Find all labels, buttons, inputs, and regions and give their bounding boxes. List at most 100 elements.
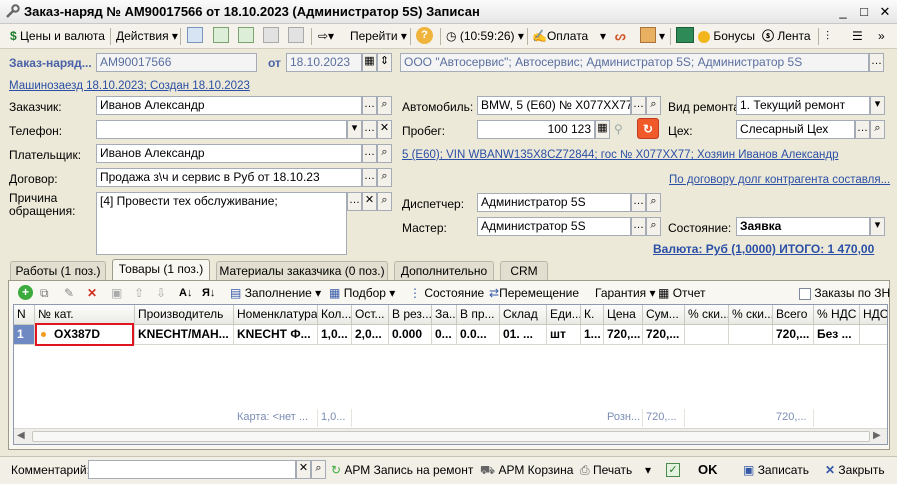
payer-field[interactable]: Иванов Александр bbox=[96, 144, 362, 163]
vehicle-info-link[interactable]: 5 (E60); VIN WBANW135X8CZ72844; гос № Х0… bbox=[402, 149, 838, 161]
discount2-cell[interactable] bbox=[729, 325, 773, 345]
cashbox-icon[interactable] bbox=[676, 27, 694, 43]
phone-select-button[interactable]: … bbox=[362, 120, 377, 139]
calendar-icon[interactable]: ▦ bbox=[362, 53, 377, 72]
filling-menu[interactable]: ▤ Заполнение ▾ bbox=[230, 284, 321, 302]
discount1-cell[interactable] bbox=[685, 325, 729, 345]
shop-search-icon[interactable]: ⌕ bbox=[870, 120, 885, 139]
scroll-left-icon[interactable]: ◀ bbox=[17, 430, 25, 441]
car-search-icon[interactable]: ⌕ bbox=[646, 96, 661, 115]
calculator-icon[interactable]: ▦ bbox=[595, 120, 610, 139]
movement-button[interactable]: ⇄Перемещение bbox=[489, 284, 579, 302]
warehouse-cell[interactable]: 01. ... bbox=[500, 325, 547, 345]
mileage-field[interactable]: 100 123 bbox=[477, 120, 595, 139]
reason-clear-icon[interactable]: ✕ bbox=[362, 192, 377, 211]
selection-menu[interactable]: ▦ Подбор ▾ bbox=[329, 284, 395, 302]
col-header[interactable]: В пр... bbox=[457, 305, 500, 325]
card-icon[interactable]: ᔕ bbox=[615, 27, 626, 45]
refresh-icon[interactable] bbox=[213, 27, 229, 43]
phone-field[interactable] bbox=[96, 120, 347, 139]
sum-cell[interactable]: 720,... bbox=[643, 325, 685, 345]
col-header[interactable]: Цена bbox=[604, 305, 643, 325]
remainder-cell[interactable]: 2,0... bbox=[352, 325, 389, 345]
tab-customer-materials[interactable]: Материалы заказчика (0 поз.) bbox=[216, 261, 388, 280]
col-header[interactable]: Склад bbox=[500, 305, 547, 325]
contract-search-icon[interactable]: ⌕ bbox=[377, 168, 392, 187]
goto-menu[interactable]: Перейти ▾ bbox=[350, 27, 407, 45]
move-up-icon[interactable]: ⇧ bbox=[134, 284, 144, 302]
state-dropdown-icon[interactable]: ▾ bbox=[870, 217, 885, 236]
col-header[interactable]: Производитель bbox=[135, 305, 234, 325]
customer-search-icon[interactable]: ⌕ bbox=[377, 96, 392, 115]
col-header[interactable]: За... bbox=[432, 305, 457, 325]
quantity-cell[interactable]: 1,0... bbox=[318, 325, 352, 345]
customer-field[interactable]: Иванов Александр bbox=[96, 96, 362, 115]
organization-field[interactable]: ООО "Автосервис"; Автосервис; Администра… bbox=[400, 53, 869, 72]
checkmark-icon[interactable]: ✓ bbox=[666, 463, 680, 477]
time-button[interactable]: ◷ (10:59:26) ▾ bbox=[446, 27, 524, 45]
col-header[interactable]: N bbox=[14, 305, 35, 325]
contract-field[interactable]: Продажа з\ч и сервис в Руб от 18.10.23 bbox=[96, 168, 362, 187]
refresh-mileage-icon[interactable]: ↻ bbox=[637, 118, 659, 139]
repair-type-field[interactable]: 1. Текущий ремонт bbox=[736, 96, 870, 115]
prices-button[interactable]: $ Цены и валюта bbox=[10, 27, 105, 45]
doc-icon[interactable] bbox=[187, 27, 203, 43]
report-button[interactable]: ▦ Отчет bbox=[658, 284, 706, 302]
col-header[interactable]: % НДС bbox=[814, 305, 860, 325]
warranty-menu[interactable]: Гарантия ▾ bbox=[595, 284, 656, 302]
phone-clear-icon[interactable]: ✕ bbox=[377, 120, 392, 139]
minimize-button[interactable]: _ bbox=[834, 3, 852, 20]
payment-button[interactable]: ✍Оплата bbox=[532, 27, 588, 45]
repair-type-dropdown-icon[interactable]: ▾ bbox=[870, 96, 885, 115]
arm-cart-button[interactable]: ⛟ АРМ Корзина bbox=[480, 463, 573, 479]
col-header[interactable]: Еди... bbox=[547, 305, 581, 325]
arm-record-button[interactable]: ↻ АРМ Запись на ремонт bbox=[331, 463, 473, 477]
car-field[interactable]: BMW, 5 (E60) № Х077ХХ77 VI bbox=[477, 96, 631, 115]
goto-dropdown-icon[interactable]: ⇨▾ bbox=[318, 27, 334, 45]
post-icon[interactable] bbox=[263, 27, 279, 43]
sort-desc-icon[interactable]: Я↓ bbox=[202, 284, 215, 302]
bag-dropdown-icon[interactable]: ▾ bbox=[659, 27, 665, 45]
dispatcher-search-icon[interactable]: ⌕ bbox=[646, 193, 661, 212]
pin-icon[interactable]: ⚲ bbox=[614, 122, 623, 136]
col-header[interactable]: Сум... bbox=[643, 305, 685, 325]
delete-row-icon[interactable]: ✕ bbox=[87, 284, 97, 302]
row-number-cell[interactable]: 1 bbox=[14, 325, 35, 345]
payment-dropdown-icon[interactable]: ▾ bbox=[600, 27, 606, 45]
date-spin-icon[interactable]: ⇕ bbox=[377, 53, 392, 72]
horizontal-scrollbar[interactable]: ◀ ▶ bbox=[14, 428, 887, 444]
save-button[interactable]: ▣ Записать bbox=[743, 463, 809, 477]
list-icon[interactable]: ☰ bbox=[852, 27, 863, 45]
ordered-cell[interactable]: 0... bbox=[432, 325, 457, 345]
bag-icon[interactable] bbox=[640, 27, 656, 43]
col-header[interactable]: В рез... bbox=[389, 305, 432, 325]
dispatcher-select-button[interactable]: … bbox=[631, 193, 646, 212]
master-field[interactable]: Администратор 5S bbox=[477, 217, 631, 236]
nomenclature-cell[interactable]: KNECHT Ф... bbox=[234, 325, 318, 345]
col-header[interactable]: % ски... bbox=[729, 305, 773, 325]
unpost-icon[interactable] bbox=[288, 27, 304, 43]
payer-search-icon[interactable]: ⌕ bbox=[377, 144, 392, 163]
state-menu[interactable]: ⋮ Состояние bbox=[409, 284, 484, 302]
col-header[interactable]: Кол... bbox=[318, 305, 352, 325]
shop-select-button[interactable]: … bbox=[855, 120, 870, 139]
move-down-icon[interactable]: ⇩ bbox=[156, 284, 166, 302]
payer-select-button[interactable]: … bbox=[362, 144, 377, 163]
in-transit-cell[interactable]: 0.0... bbox=[457, 325, 500, 345]
master-select-button[interactable]: … bbox=[631, 217, 646, 236]
debt-link[interactable]: По договору долг контрагента составля... bbox=[669, 174, 890, 186]
actions-menu[interactable]: Действия ▾ bbox=[116, 27, 178, 45]
vat-percent-cell[interactable]: Без ... bbox=[814, 325, 860, 345]
coefficient-cell[interactable]: 1... bbox=[581, 325, 604, 345]
customer-select-button[interactable]: … bbox=[362, 96, 377, 115]
close-button[interactable]: ✕ Закрыть bbox=[825, 463, 885, 477]
bonuses-button[interactable]: Бонусы bbox=[698, 27, 755, 45]
reserve-cell[interactable]: 0.000 bbox=[389, 325, 432, 345]
col-header[interactable]: Всего bbox=[773, 305, 814, 325]
edit-row-icon[interactable]: ✎ bbox=[64, 284, 74, 302]
help-icon[interactable]: ? bbox=[416, 27, 433, 44]
contract-select-button[interactable]: … bbox=[362, 168, 377, 187]
unit-cell[interactable]: шт bbox=[547, 325, 581, 345]
col-header[interactable]: % ски... bbox=[685, 305, 729, 325]
print-button[interactable]: ⎙ Печать bbox=[580, 463, 632, 478]
